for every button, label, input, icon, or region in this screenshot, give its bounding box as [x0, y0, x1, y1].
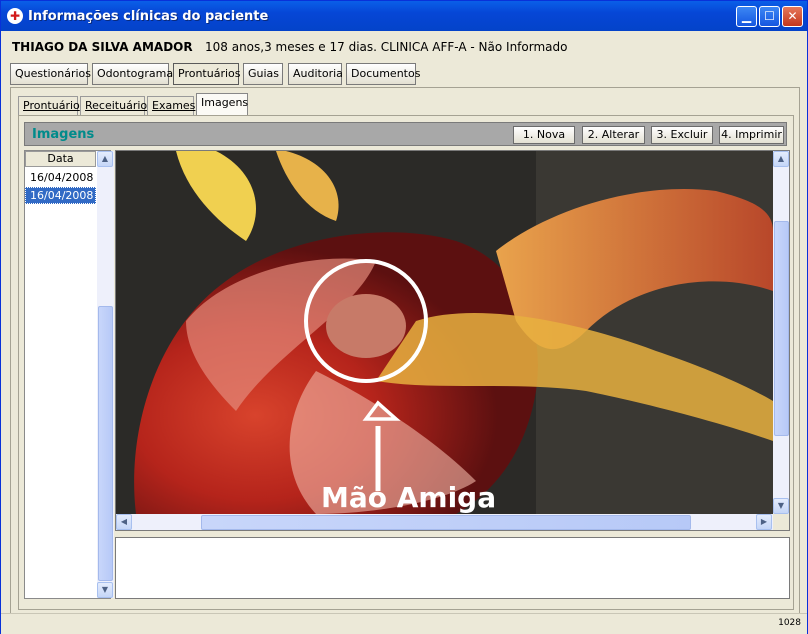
- scroll-up-icon[interactable]: ▲: [773, 151, 789, 167]
- patient-bar: THIAGO DA SILVA AMADOR 108 anos,3 meses …: [1, 31, 807, 59]
- imprimir-button[interactable]: 4. Imprimir: [719, 126, 784, 144]
- scroll-thumb[interactable]: [774, 221, 789, 436]
- subtab-exames[interactable]: Exames: [147, 96, 195, 115]
- medical-app-icon: ✚: [7, 8, 23, 24]
- tab-guias[interactable]: Guias: [243, 63, 283, 85]
- tab-odontograma[interactable]: Odontograma: [92, 63, 173, 85]
- scroll-right-icon[interactable]: ▶: [756, 514, 772, 530]
- list-scrollbar[interactable]: ▲ ▼: [97, 151, 114, 598]
- app-window: ✚ Informações clínicas do paciente ▁ ☐ ✕…: [0, 0, 808, 634]
- image-notes-field[interactable]: [115, 537, 790, 599]
- image-hscrollbar[interactable]: ◀ ▶: [116, 514, 773, 530]
- patient-name: THIAGO DA SILVA AMADOR: [12, 40, 193, 54]
- image-caption: Mão Amiga: [321, 481, 497, 514]
- close-button[interactable]: ✕: [782, 6, 803, 27]
- scroll-down-icon[interactable]: ▼: [773, 498, 789, 514]
- status-bar: 1028: [1, 613, 807, 634]
- list-header-data[interactable]: Data: [25, 151, 96, 167]
- title-bar[interactable]: ✚ Informações clínicas do paciente ▁ ☐ ✕: [1, 1, 807, 31]
- scroll-left-icon[interactable]: ◀: [116, 514, 132, 530]
- tab-questionarios[interactable]: Questionários: [10, 63, 91, 85]
- patient-info: 108 anos,3 meses e 17 dias. CLINICA AFF-…: [205, 40, 568, 54]
- maximize-button[interactable]: ☐: [759, 6, 780, 27]
- nova-button[interactable]: 1. Nova: [513, 126, 575, 144]
- window-title: Informações clínicas do paciente: [28, 9, 269, 24]
- scroll-up-icon[interactable]: ▲: [97, 151, 113, 167]
- minimize-icon: ▁: [741, 9, 752, 23]
- list-item[interactable]: 16/04/2008: [25, 169, 96, 186]
- tab-documentos[interactable]: Documentos: [346, 63, 420, 85]
- scroll-thumb[interactable]: [98, 306, 113, 581]
- date-list[interactable]: Data 16/04/2008 16/04/2008 ▲ ▼: [24, 150, 114, 599]
- image-vscrollbar[interactable]: ▲ ▼: [773, 151, 789, 514]
- subtab-prontuario[interactable]: Prontuário: [18, 96, 80, 115]
- image-viewer: Mão Amiga ▲ ▼ ◀ ▶: [115, 150, 790, 531]
- alterar-button[interactable]: 2. Alterar: [582, 126, 645, 144]
- scroll-corner: [773, 514, 789, 530]
- minimize-button[interactable]: ▁: [736, 6, 757, 27]
- list-item[interactable]: 16/04/2008: [25, 187, 96, 204]
- subtab-receituario[interactable]: Receituário: [80, 96, 147, 115]
- patient-photo: [116, 151, 773, 514]
- images-toolbar: Imagens 1. Nova 2. Alterar 3. Excluir 4.…: [24, 122, 787, 146]
- subtab-imagens[interactable]: Imagens: [196, 93, 248, 115]
- status-code: 1028: [778, 618, 801, 628]
- tab-auditoria[interactable]: Auditoria: [288, 63, 343, 85]
- scroll-down-icon[interactable]: ▼: [97, 582, 113, 598]
- images-title: Imagens: [32, 127, 95, 142]
- excluir-button[interactable]: 3. Excluir: [651, 126, 713, 144]
- maximize-icon: ☐: [764, 9, 775, 23]
- close-icon: ✕: [787, 9, 798, 23]
- scroll-thumb[interactable]: [201, 515, 691, 530]
- tab-prontuarios[interactable]: Prontuários: [173, 63, 241, 85]
